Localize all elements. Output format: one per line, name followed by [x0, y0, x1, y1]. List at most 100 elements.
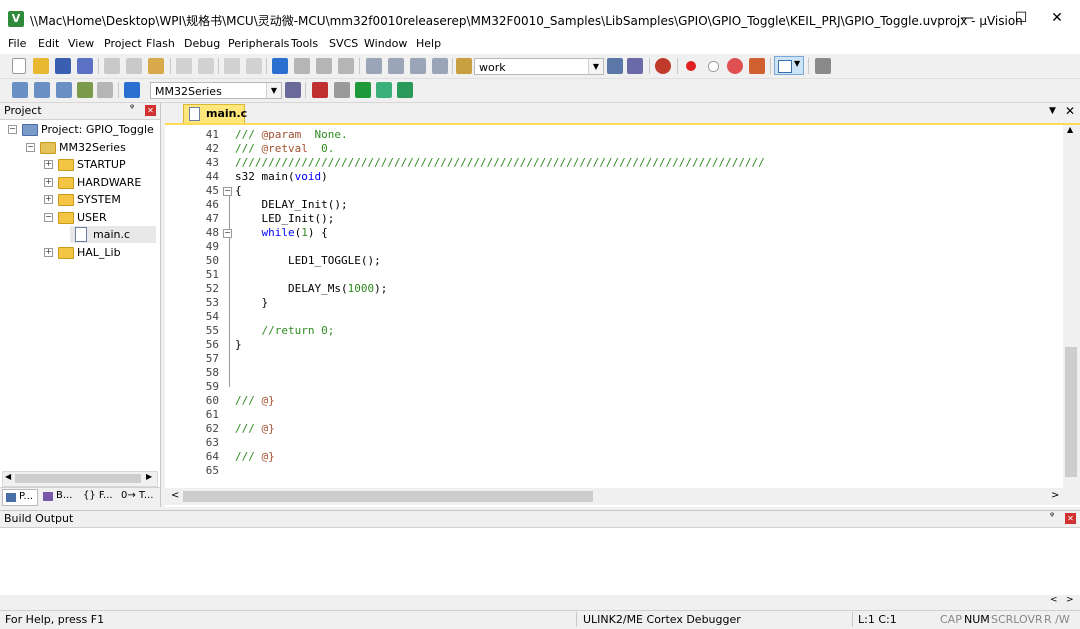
code-line[interactable]: /// @}: [235, 422, 275, 435]
scrollbar-thumb[interactable]: [15, 474, 141, 483]
tree-item-hal-lib[interactable]: + HAL_Lib: [0, 244, 160, 261]
project-horizontal-scrollbar[interactable]: ◀ ▶: [2, 471, 158, 487]
scroll-right-icon[interactable]: ▶: [146, 472, 152, 481]
tab-templates[interactable]: 0→ T...: [118, 489, 158, 506]
undo-icon[interactable]: [176, 58, 192, 74]
tree-item-system[interactable]: + SYSTEM: [0, 191, 160, 208]
find-combo[interactable]: work ▼: [474, 58, 604, 75]
chevron-down-icon[interactable]: ▼: [266, 83, 281, 98]
menu-tools[interactable]: Tools: [291, 37, 318, 50]
menu-project[interactable]: Project: [104, 37, 142, 50]
uncomment-icon[interactable]: [432, 58, 448, 74]
tree-item-main-c[interactable]: main.c: [70, 226, 156, 243]
expand-icon[interactable]: +: [44, 177, 53, 187]
code-line[interactable]: LED_Init();: [235, 212, 334, 225]
tree-item-user[interactable]: − USER: [0, 209, 160, 226]
kill-breakpoints-icon[interactable]: [749, 58, 765, 74]
expand-icon[interactable]: +: [44, 195, 53, 204]
save-all-icon[interactable]: [77, 58, 93, 74]
find-icon[interactable]: [607, 58, 623, 74]
tree-item-hardware[interactable]: + HARDWARE: [0, 174, 160, 191]
code-line[interactable]: }: [235, 338, 242, 351]
pin-icon[interactable]: ᵠ: [1050, 511, 1054, 522]
code-line[interactable]: //return 0;: [235, 324, 334, 337]
find-in-files-icon[interactable]: [456, 58, 472, 74]
incremental-find-icon[interactable]: [627, 58, 643, 74]
scroll-right-icon[interactable]: >: [1051, 490, 1059, 501]
menu-flash[interactable]: Flash: [146, 37, 175, 50]
download-load-icon[interactable]: [124, 82, 140, 98]
tab-books[interactable]: B...: [40, 489, 76, 506]
code-line[interactable]: LED1_TOGGLE();: [235, 254, 381, 267]
code-line[interactable]: /// @param None.: [235, 128, 348, 141]
stop-build-icon[interactable]: [97, 82, 113, 98]
code-line[interactable]: {: [235, 184, 242, 197]
disable-breakpoints-icon[interactable]: [727, 58, 743, 74]
menu-window[interactable]: Window: [364, 37, 407, 50]
indent-icon[interactable]: [366, 58, 382, 74]
cut-icon[interactable]: [104, 58, 120, 74]
menu-edit[interactable]: Edit: [38, 37, 59, 50]
close-tab-icon[interactable]: ✕: [1065, 104, 1075, 118]
editor-vertical-scrollbar[interactable]: ▲: [1063, 125, 1080, 488]
build-horizontal-scrollbar[interactable]: < >: [0, 595, 1080, 609]
menu-file[interactable]: File: [8, 37, 26, 50]
scroll-left-icon[interactable]: <: [1050, 595, 1058, 605]
scroll-left-icon[interactable]: ◀: [5, 472, 11, 481]
close-button[interactable]: ✕: [1034, 0, 1080, 36]
translate-icon[interactable]: [12, 82, 28, 98]
tab-main-c[interactable]: main.c: [183, 104, 247, 123]
navigate-forward-icon[interactable]: [246, 58, 262, 74]
insert-breakpoint-icon[interactable]: [686, 61, 696, 71]
navigate-back-icon[interactable]: [224, 58, 240, 74]
tab-functions[interactable]: {} F...: [80, 489, 116, 506]
prev-bookmark-icon[interactable]: [294, 58, 310, 74]
collapse-icon[interactable]: −: [44, 212, 53, 222]
code-line[interactable]: /// @}: [235, 394, 275, 407]
code-line[interactable]: }: [235, 296, 268, 309]
minimize-button[interactable]: —: [944, 0, 990, 36]
tree-item-mm32series[interactable]: − MM32Series: [0, 139, 160, 156]
tree-item-startup[interactable]: + STARTUP: [0, 156, 160, 173]
configure-wrench-icon[interactable]: [815, 58, 831, 74]
code-line[interactable]: ////////////////////////////////////////…: [235, 156, 765, 169]
scroll-left-icon[interactable]: <: [171, 490, 179, 501]
build-output-text[interactable]: [0, 528, 1080, 594]
code-line[interactable]: /// @retval 0.: [235, 142, 334, 155]
scrollbar-thumb[interactable]: [183, 491, 593, 502]
code-area[interactable]: /// @param None./// @retval 0.//////////…: [165, 125, 1060, 488]
fold-toggle-icon[interactable]: −: [223, 187, 232, 197]
chevron-down-icon[interactable]: ▼: [588, 59, 603, 74]
tree-item-project-gpio-toggle[interactable]: − Project: GPIO_Toggle: [0, 121, 160, 138]
enable-breakpoint-icon[interactable]: [708, 61, 719, 72]
target-options-icon[interactable]: [285, 82, 301, 98]
bookmark-icon[interactable]: [272, 58, 288, 74]
redo-icon[interactable]: [198, 58, 214, 74]
scroll-right-icon[interactable]: >: [1066, 595, 1074, 605]
pack-installer-icon[interactable]: [376, 82, 392, 98]
expand-icon[interactable]: +: [44, 247, 53, 257]
batch-build-icon[interactable]: [77, 82, 93, 98]
debug-session-icon[interactable]: [655, 58, 671, 74]
code-line[interactable]: DELAY_Init();: [235, 198, 347, 211]
window-layout-button[interactable]: ▼: [774, 56, 804, 75]
code-line[interactable]: s32 main(void): [235, 170, 328, 183]
paste-icon[interactable]: [148, 58, 164, 74]
save-icon[interactable]: [55, 58, 71, 74]
expand-icon[interactable]: +: [44, 160, 53, 169]
close-panel-icon[interactable]: ✕: [1065, 513, 1076, 524]
manage-project-items-icon[interactable]: [312, 82, 328, 98]
editor-horizontal-scrollbar[interactable]: < >: [165, 488, 1080, 505]
scrollbar-thumb[interactable]: [1065, 347, 1077, 477]
tab-project[interactable]: P...: [2, 489, 38, 506]
comment-icon[interactable]: [410, 58, 426, 74]
collapse-icon[interactable]: −: [26, 142, 35, 152]
new-file-icon[interactable]: [12, 58, 26, 74]
build-icon[interactable]: [34, 82, 50, 98]
open-folder-icon[interactable]: [33, 58, 49, 74]
menu-view[interactable]: View: [68, 37, 94, 50]
collapse-icon[interactable]: −: [8, 125, 17, 134]
event-recorder-icon[interactable]: [397, 82, 413, 98]
code-line[interactable]: while(1) {: [235, 226, 328, 239]
code-line[interactable]: /// @}: [235, 450, 275, 463]
